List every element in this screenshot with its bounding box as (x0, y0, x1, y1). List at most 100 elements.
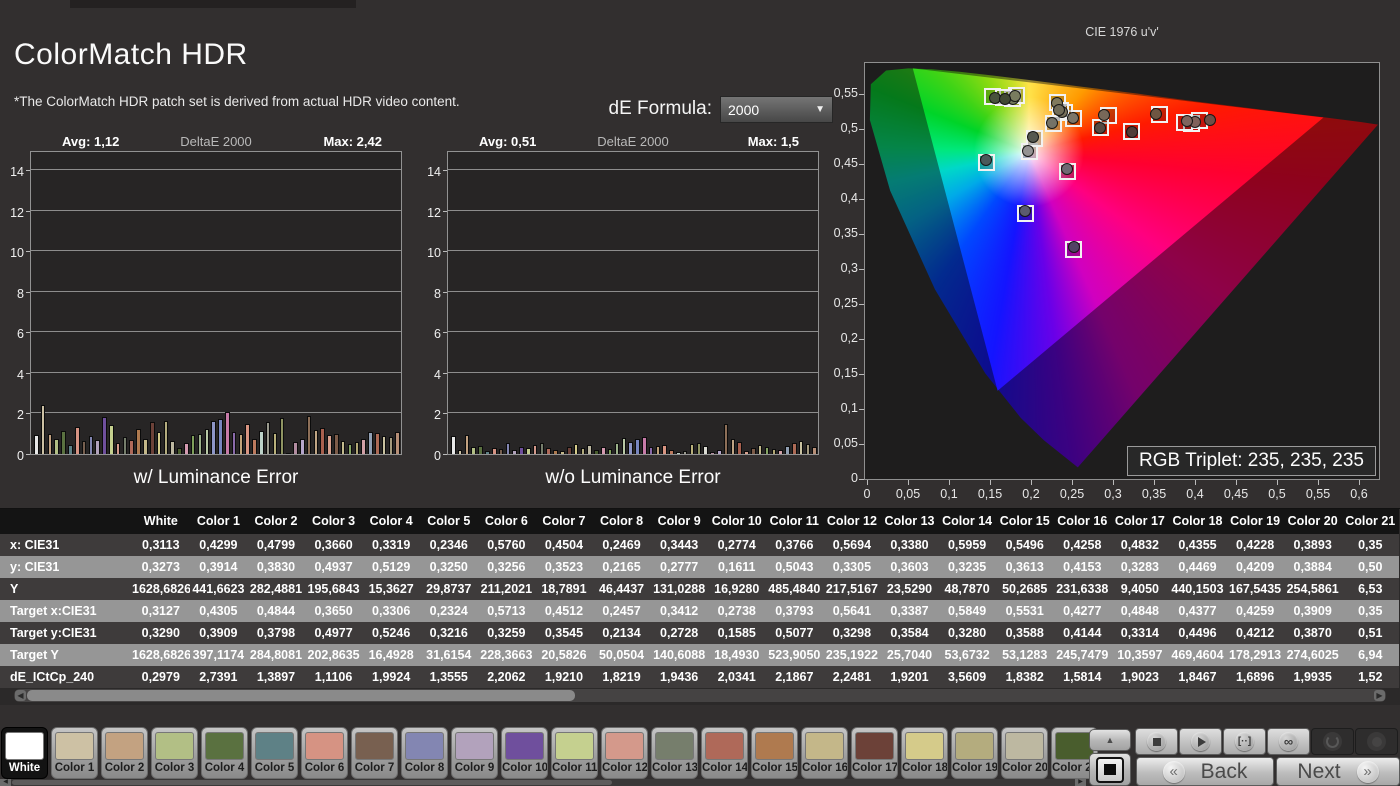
column-header: Color 20 (1287, 514, 1338, 528)
table-cell: 0,5043 (775, 560, 814, 574)
table-scroll-thumb[interactable] (27, 690, 575, 701)
table-cell: 50,2685 (1002, 582, 1048, 596)
table-row: Y 1628,6826 441,6623 282,4881 195,6843 15,362… (0, 578, 1399, 600)
tabs-horizontal-scrollbar[interactable]: ◀ ▶ (0, 779, 1086, 786)
row-label: x: CIE31 (10, 538, 60, 552)
collapse-panel-button[interactable]: ▲ (1089, 729, 1131, 751)
de-bar (682, 450, 688, 454)
table-cell: 0,3884 (1293, 560, 1332, 574)
record-button[interactable] (1355, 728, 1398, 755)
de-bar (512, 449, 517, 454)
table-cell: 0,3650 (314, 604, 353, 618)
refresh-icon (1326, 735, 1339, 748)
table-cell: 0,4228 (1235, 538, 1275, 552)
de-bar (485, 450, 490, 454)
de-bar (381, 435, 387, 454)
patch-tab-color-14[interactable]: Color 14 (701, 727, 748, 779)
chart-without-luminance-error: Avg: 0,51 DeltaE 2000 Max: 1,5 w/o Lumin… (427, 134, 819, 488)
table-cell: 0,2979 (141, 670, 180, 684)
de-bar (696, 442, 702, 454)
table-cell: 0,4299 (199, 538, 238, 552)
patch-tab-color-5[interactable]: Color 5 (251, 727, 298, 779)
de-bar (641, 436, 647, 454)
table-cell: 2,2481 (832, 670, 872, 684)
patch-tab-color-13[interactable]: Color 13 (651, 727, 698, 779)
table-cell: 0,5959 (947, 538, 987, 552)
x-tick-label: 0,5 (1268, 487, 1286, 501)
gridline (31, 290, 401, 292)
patch-tab-color-1[interactable]: Color 1 (51, 727, 98, 779)
patch-tab-color-16[interactable]: Color 16 (801, 727, 848, 779)
table-cell: 53,6732 (944, 648, 990, 662)
stop-button[interactable] (1135, 728, 1178, 755)
patch-tab-color-18[interactable]: Color 18 (901, 727, 948, 779)
y-tick-mark (859, 164, 864, 165)
column-header: Color 10 (711, 514, 762, 528)
de-formula-dropdown[interactable]: 2000 ▼ (720, 96, 833, 123)
table-cell: 0,3523 (544, 560, 584, 574)
patch-tab-white[interactable]: White (1, 727, 48, 779)
column-header: Color 17 (1114, 514, 1165, 528)
de-bar (170, 441, 175, 454)
column-header: Color 8 (600, 514, 644, 528)
table-cell: 16,4928 (368, 648, 414, 662)
table-cell: 1,5814 (1063, 670, 1102, 684)
continuous-read-button[interactable]: ∞ (1267, 728, 1310, 755)
y-tick-mark (26, 372, 30, 374)
de-bar (245, 423, 250, 454)
x-tick-mark (1359, 480, 1360, 485)
patch-tab-color-20[interactable]: Color 20 (1001, 727, 1048, 779)
patch-tab-color-17[interactable]: Color 17 (851, 727, 898, 779)
x-tick-label: 0,2 (1022, 487, 1040, 501)
de-bar (252, 438, 257, 454)
table-cell: 0,50 (1358, 560, 1383, 574)
table-cell: 0,5694 (832, 538, 872, 552)
gridline (31, 371, 401, 373)
patch-tab-color-11[interactable]: Color 11 (551, 727, 598, 779)
refresh-button[interactable] (1311, 728, 1354, 755)
table-cell: 0,4212 (1235, 626, 1275, 640)
patch-tab-color-6[interactable]: Color 6 (301, 727, 348, 779)
patch-tab-color-10[interactable]: Color 10 (501, 727, 548, 779)
measurement-table-panel: White Color 1 Color 2 Color 3 Color 4 Color 5… (0, 508, 1400, 705)
scroll-right-icon[interactable]: ▶ (1075, 779, 1086, 786)
patch-tab-color-15[interactable]: Color 15 (751, 727, 798, 779)
y-tick-label: 0,4 (840, 191, 858, 205)
patch-tab-color-2[interactable]: Color 2 (101, 727, 148, 779)
table-cell: 0,5760 (487, 538, 526, 552)
x-tick-mark (1154, 480, 1155, 485)
patch-tab-color-4[interactable]: Color 4 (201, 727, 248, 779)
table-cell: 1,8467 (1178, 670, 1217, 684)
table-cell: 0,3259 (487, 626, 526, 640)
table-horizontal-scrollbar[interactable]: ◀ ▶ (14, 689, 1386, 702)
x-tick-mark (1113, 480, 1114, 485)
back-button[interactable]: « Back (1136, 757, 1274, 786)
play-button[interactable] (1179, 728, 1222, 755)
series-read-button[interactable]: [··] (1223, 728, 1266, 755)
patch-tab-color-7[interactable]: Color 7 (351, 727, 398, 779)
scroll-right-icon[interactable]: ▶ (1374, 690, 1385, 701)
de-bar (143, 439, 148, 454)
column-header: Color 11 (769, 514, 819, 528)
table-cell: 18,7891 (541, 582, 587, 596)
de-bar (184, 442, 189, 454)
table-row: Target Y 1628,6826 397,1174 284,8081 202,863… (0, 644, 1399, 666)
patch-tab-color-12[interactable]: Color 12 (601, 727, 648, 779)
patch-tab-color-9[interactable]: Color 9 (451, 727, 498, 779)
tabs-scroll-thumb[interactable] (12, 780, 612, 785)
de-bar (218, 418, 223, 454)
de-bar (764, 446, 770, 454)
patch-tab-label: Color 5 (254, 762, 295, 774)
de-bar (102, 416, 107, 454)
next-button[interactable]: Next » (1276, 757, 1400, 786)
de-bar (68, 444, 73, 454)
scroll-left-icon[interactable]: ◀ (15, 690, 26, 701)
de-bar (689, 443, 695, 454)
patch-tab-color-8[interactable]: Color 8 (401, 727, 448, 779)
de-bar (95, 440, 100, 454)
patch-tab-color-19[interactable]: Color 19 (951, 727, 998, 779)
scroll-left-icon[interactable]: ◀ (0, 779, 11, 786)
row-label: Target Y (10, 648, 59, 662)
pattern-window-button[interactable] (1089, 753, 1131, 786)
patch-tab-color-3[interactable]: Color 3 (151, 727, 198, 779)
